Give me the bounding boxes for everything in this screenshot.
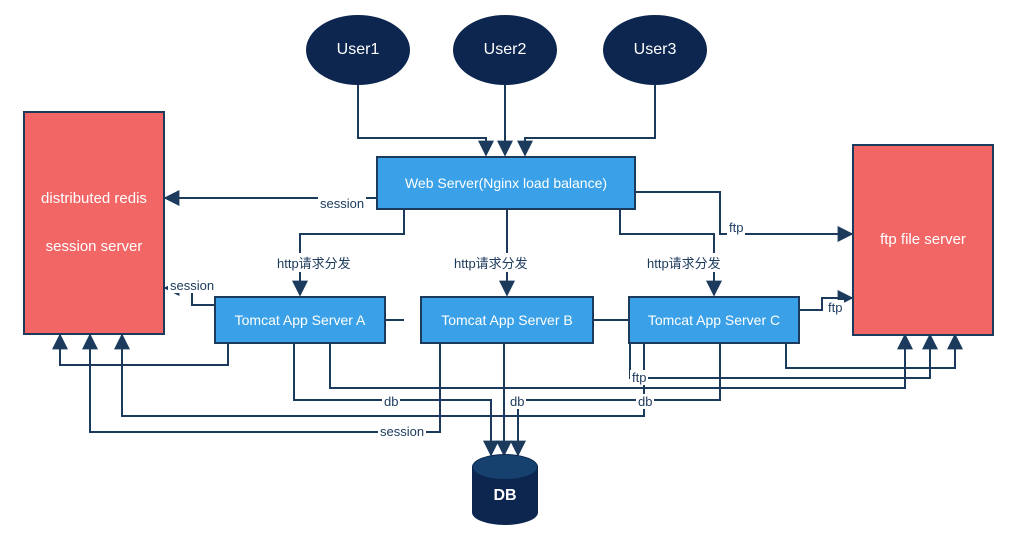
edge-label-ftp: ftp: [727, 220, 745, 235]
db-node: DB: [472, 455, 538, 525]
edge-label-db: db: [382, 394, 400, 409]
user-node-1: User1: [306, 15, 410, 85]
edge-label-session: session: [168, 278, 216, 293]
edge-label-http: http请求分发: [645, 253, 723, 272]
edge-label-http: http请求分发: [452, 253, 530, 272]
db-label: DB: [472, 487, 538, 505]
edge-label-db: db: [636, 394, 654, 409]
tomcat-a-node: Tomcat App Server A: [214, 296, 386, 344]
edge-label-db: db: [508, 394, 526, 409]
edge-label-session: session: [378, 424, 426, 439]
ftp-server-node: ftp file server: [852, 144, 994, 336]
edge-label-ftp: ftp: [630, 370, 648, 385]
tomcat-c-node: Tomcat App Server C: [628, 296, 800, 344]
user-node-2: User2: [453, 15, 557, 85]
edge-label-session: session: [318, 196, 366, 211]
tomcat-b-node: Tomcat App Server B: [420, 296, 594, 344]
edge-label-ftp: ftp: [826, 300, 844, 315]
user-node-3: User3: [603, 15, 707, 85]
redis-server-node: distributed redis session server: [23, 111, 165, 335]
edge-label-http: http请求分发: [275, 253, 353, 272]
web-server-node: Web Server(Nginx load balance): [376, 156, 636, 210]
